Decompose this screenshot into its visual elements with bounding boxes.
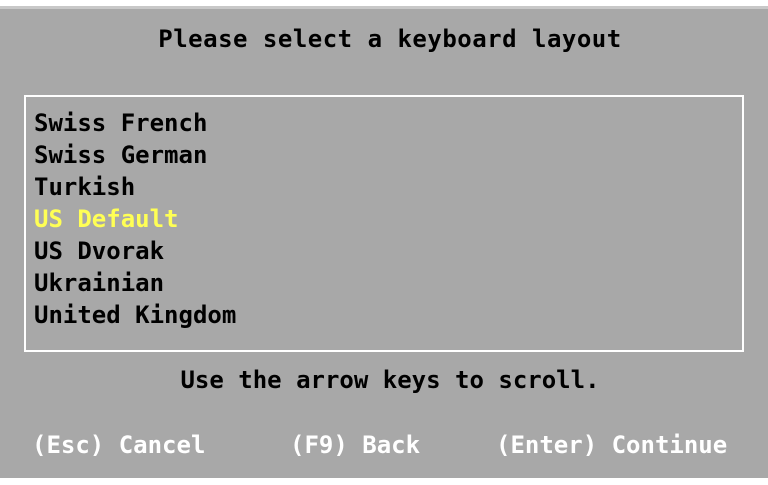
keyboard-layout-dialog: Please select a keyboard layout Swiss Fr… <box>0 6 768 478</box>
list-item-us-default[interactable]: US Default <box>34 203 179 235</box>
list-item-us-dvorak[interactable]: US Dvorak <box>34 235 164 267</box>
list-item-united-kingdom[interactable]: United Kingdom <box>34 299 236 331</box>
layout-list[interactable]: Swiss French Swiss German Turkish US Def… <box>24 95 744 352</box>
list-item-ukrainian[interactable]: Ukrainian <box>34 267 164 299</box>
screen: Please select a keyboard layout Swiss Fr… <box>0 0 768 485</box>
dialog-title: Please select a keyboard layout <box>158 25 622 53</box>
scroll-hint: Use the arrow keys to scroll. <box>180 366 600 394</box>
list-item-turkish[interactable]: Turkish <box>34 171 135 203</box>
bottom-border <box>0 478 768 485</box>
list-item-swiss-german[interactable]: Swiss German <box>34 139 207 171</box>
continue-button[interactable]: (Enter) Continue <box>496 431 727 459</box>
list-item-swiss-french[interactable]: Swiss French <box>34 107 207 139</box>
cancel-button[interactable]: (Esc) Cancel <box>32 431 205 459</box>
back-button[interactable]: (F9) Back <box>290 431 420 459</box>
